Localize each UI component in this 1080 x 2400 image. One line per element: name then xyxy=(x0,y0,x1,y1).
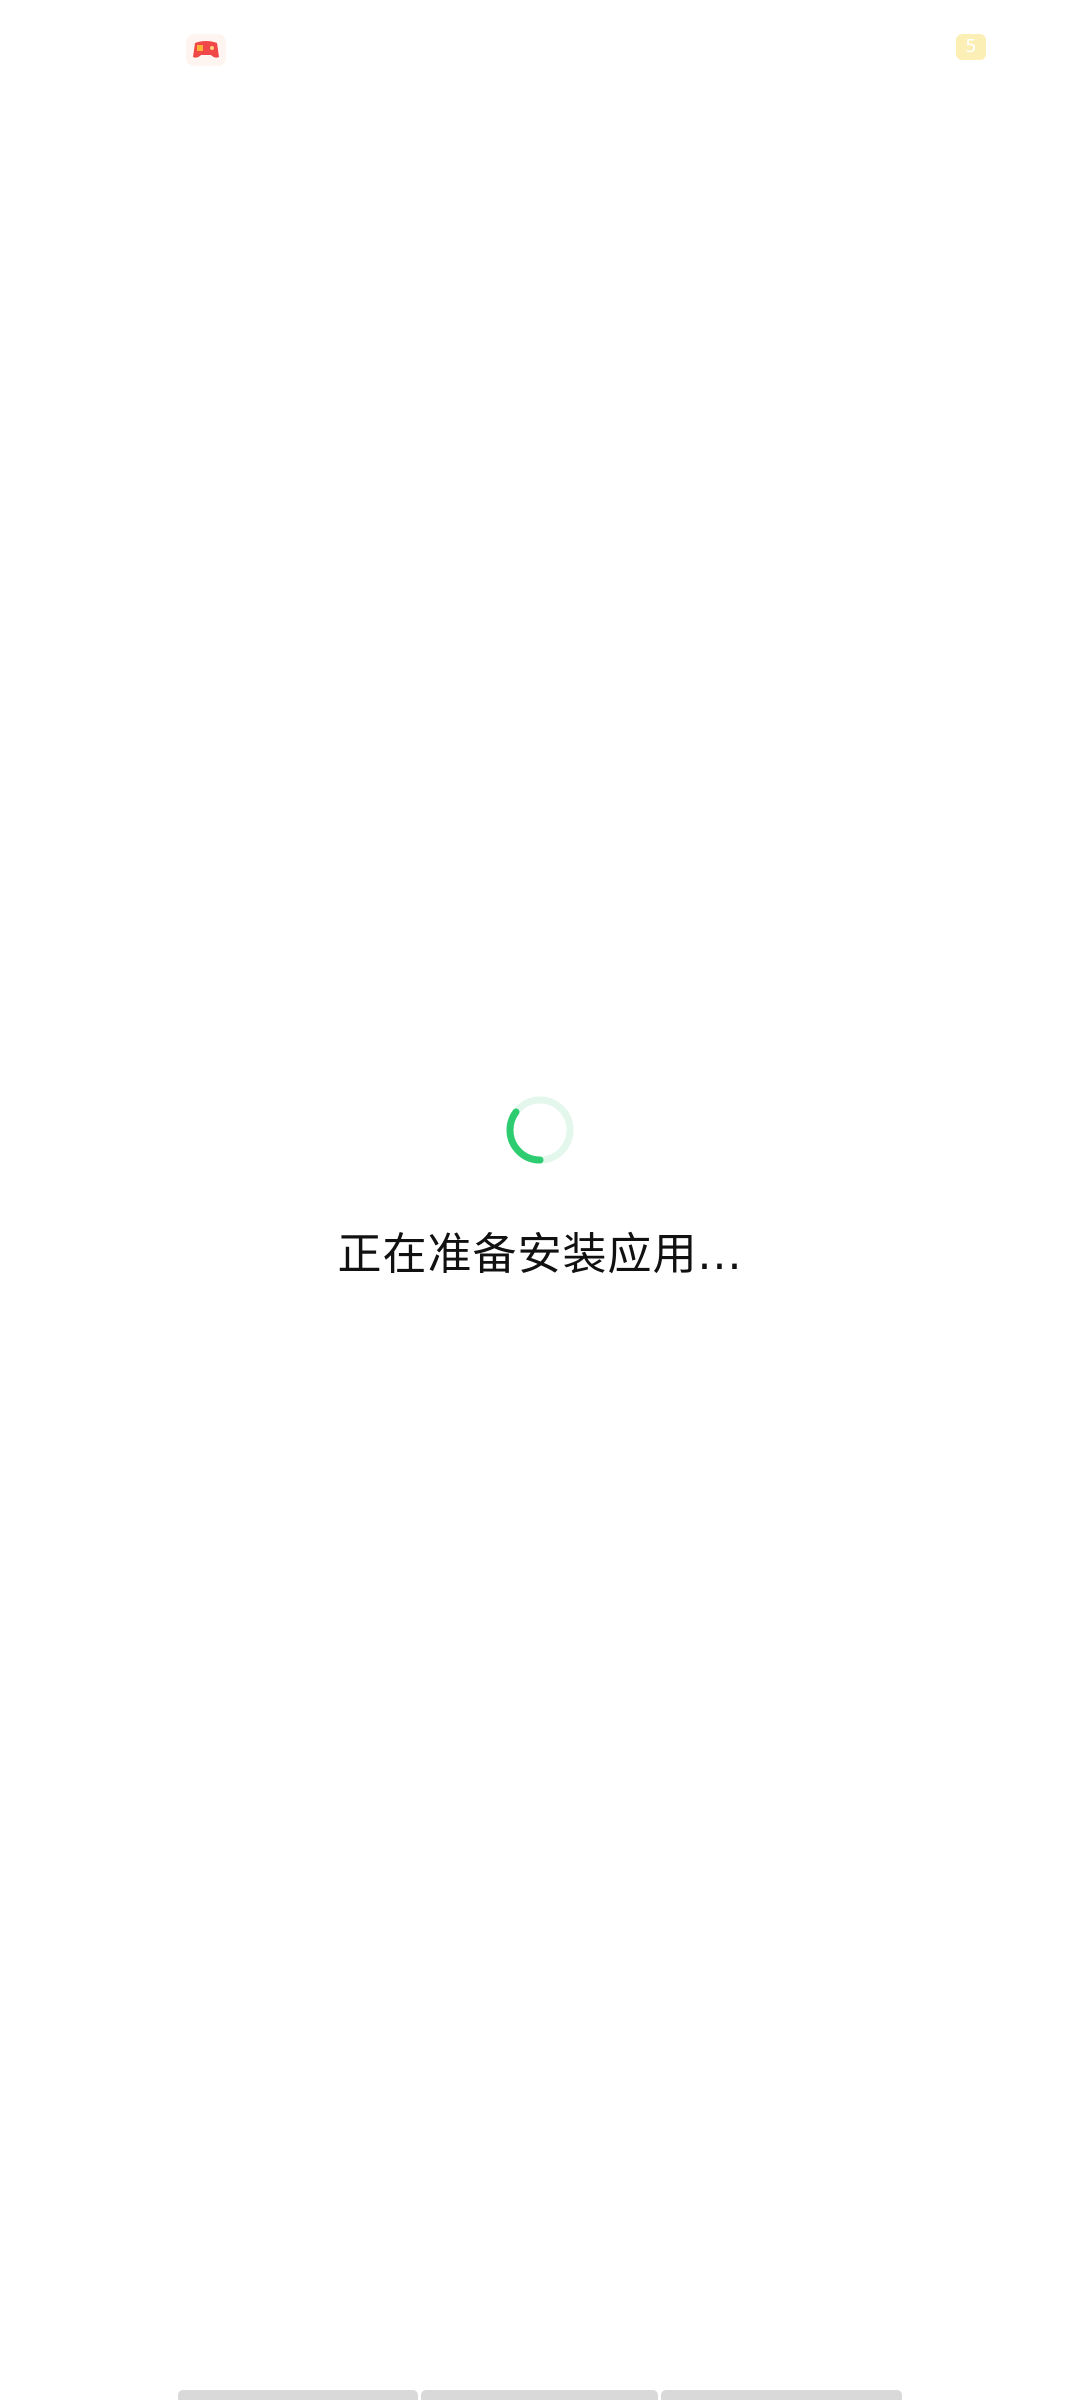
bottom-tab-3[interactable] xyxy=(661,2390,902,2400)
loading-spinner-icon xyxy=(506,1096,574,1164)
bottom-tab-1[interactable] xyxy=(178,2390,418,2400)
install-status-text: 正在准备安装应用... xyxy=(337,1229,743,1280)
yellow-app-icon[interactable]: 5 xyxy=(956,34,986,60)
app-glyph-icon: 5 xyxy=(965,36,977,57)
gamepad-icon xyxy=(193,41,219,58)
bottom-tab-2[interactable] xyxy=(421,2390,658,2400)
bottom-tab-strip xyxy=(178,2390,902,2400)
top-bar: 5 xyxy=(0,0,1080,96)
game-app-icon[interactable] xyxy=(186,34,226,66)
